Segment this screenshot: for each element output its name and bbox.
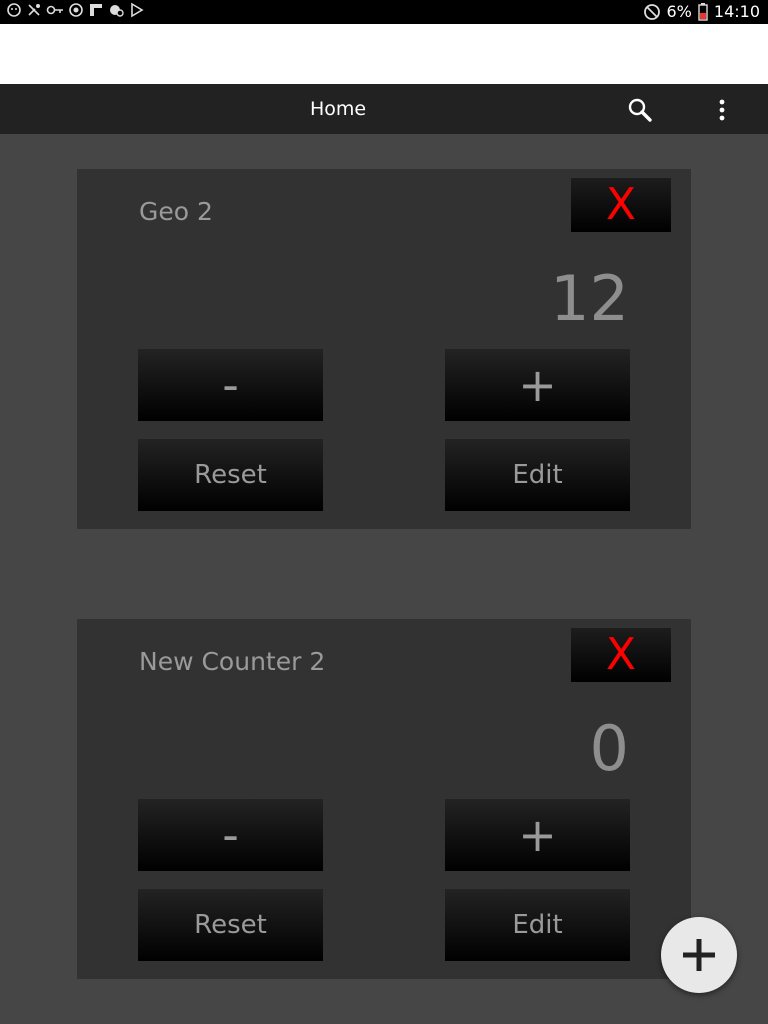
header-spacer bbox=[0, 24, 768, 84]
play-store-icon bbox=[131, 2, 144, 18]
notification-icon bbox=[69, 3, 83, 17]
counter-card: Geo 2 X 12 - + Reset Edit bbox=[77, 169, 691, 529]
notification-icon bbox=[7, 3, 21, 17]
notification-icon bbox=[28, 4, 40, 16]
counter-name: New Counter 2 bbox=[139, 647, 326, 676]
search-button[interactable] bbox=[624, 94, 656, 126]
counter-value: 12 bbox=[550, 262, 629, 335]
do-not-disturb-icon bbox=[643, 3, 660, 20]
status-bar: 6% 14:10 bbox=[0, 0, 768, 24]
delete-counter-button[interactable]: X bbox=[571, 178, 671, 232]
page-title: Home bbox=[309, 98, 367, 120]
edit-button[interactable]: Edit bbox=[445, 889, 630, 961]
counter-card: New Counter 2 X 0 - + Reset Edit bbox=[77, 619, 691, 979]
edit-button[interactable]: Edit bbox=[445, 439, 630, 511]
reset-button[interactable]: Reset bbox=[138, 439, 323, 511]
reset-button[interactable]: Reset bbox=[138, 889, 323, 961]
overflow-menu-icon bbox=[719, 99, 725, 121]
counter-value: 0 bbox=[589, 712, 629, 785]
battery-percent: 6% bbox=[666, 2, 692, 21]
counter-name: Geo 2 bbox=[139, 197, 213, 226]
increment-button[interactable]: + bbox=[445, 349, 630, 421]
search-icon bbox=[628, 98, 652, 122]
status-right: 6% 14:10 bbox=[643, 2, 760, 21]
clock: 14:10 bbox=[713, 2, 760, 21]
decrement-button[interactable]: - bbox=[138, 349, 323, 421]
delete-counter-button[interactable]: X bbox=[571, 628, 671, 682]
notification-icons bbox=[6, 2, 144, 18]
plus-icon bbox=[683, 939, 715, 971]
notification-icon bbox=[90, 4, 102, 16]
battery-icon bbox=[698, 2, 708, 21]
notification-icon bbox=[110, 5, 124, 17]
increment-button[interactable]: + bbox=[445, 799, 630, 871]
decrement-button[interactable]: - bbox=[138, 799, 323, 871]
key-icon bbox=[46, 5, 63, 15]
add-counter-button[interactable] bbox=[661, 917, 737, 993]
overflow-menu-button[interactable] bbox=[706, 94, 738, 126]
app-bar: Home bbox=[0, 84, 768, 134]
